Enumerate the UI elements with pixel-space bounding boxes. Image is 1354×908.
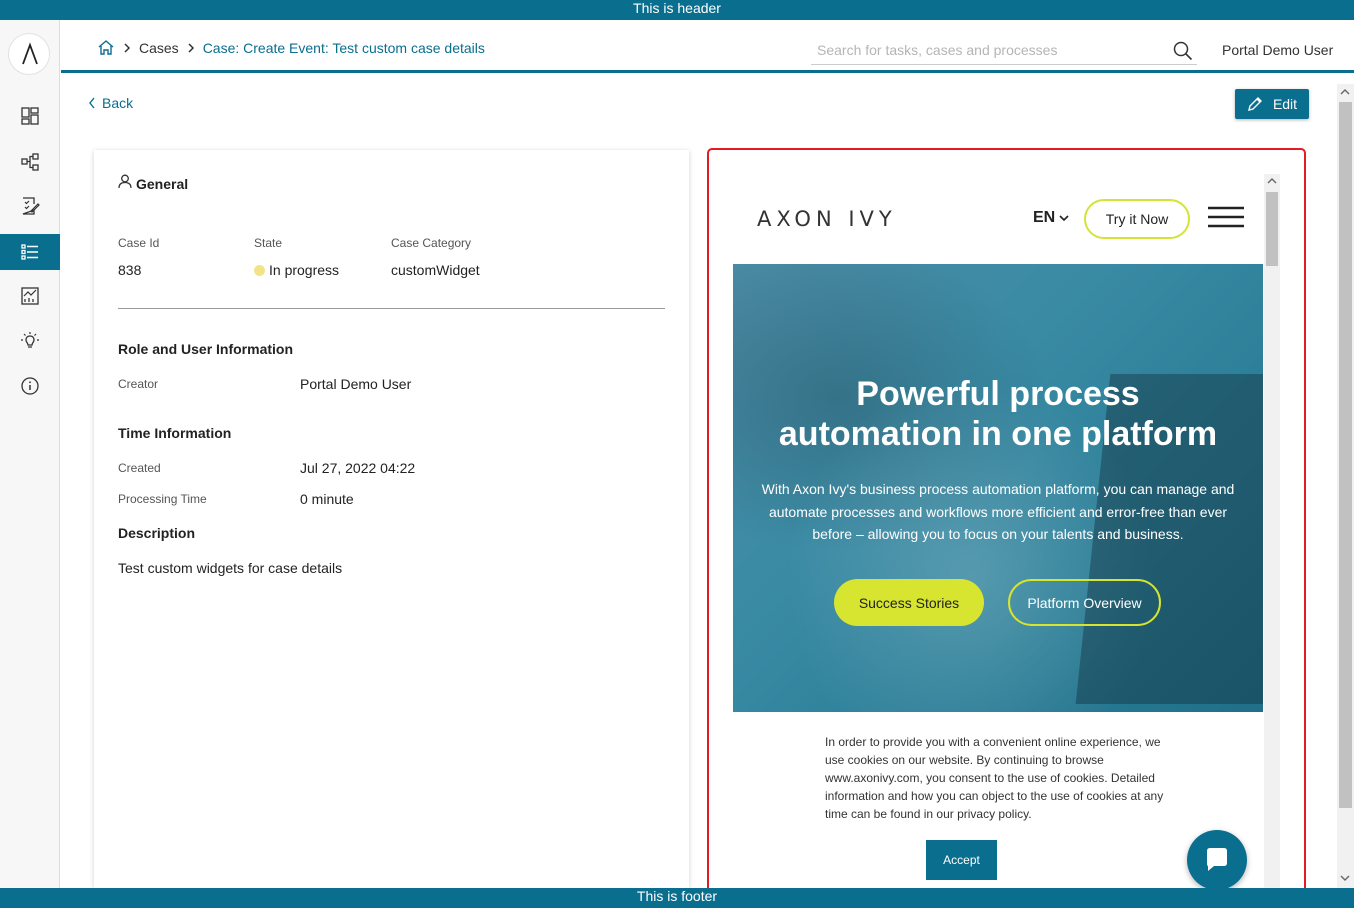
app-logo[interactable]	[8, 33, 50, 75]
user-menu[interactable]: Portal Demo User	[1222, 42, 1333, 58]
sidebar-item-processes[interactable]	[0, 144, 60, 180]
sidebar-item-tasks[interactable]	[0, 188, 60, 224]
description-title: Description	[118, 525, 196, 541]
back-link[interactable]: Back	[88, 95, 133, 111]
statistics-icon	[21, 287, 39, 305]
category-label: Case Category	[391, 236, 472, 250]
chat-button[interactable]	[1187, 830, 1247, 890]
cookie-notice: In order to provide you with a convenien…	[825, 735, 1164, 821]
chevron-down-icon	[1059, 215, 1069, 222]
state-text: In progress	[269, 262, 340, 278]
description-value: Test custom widgets for case details	[118, 560, 343, 576]
hero-banner: Powerful process automation in one platf…	[733, 264, 1263, 712]
state-label: State	[254, 236, 283, 250]
language-selector[interactable]: EN	[1033, 209, 1069, 227]
try-it-now-button[interactable]: Try it Now	[1084, 199, 1190, 239]
pencil-icon	[1247, 97, 1262, 111]
axon-ivy-logo-icon	[22, 42, 38, 65]
widget-scrollbar[interactable]	[1264, 174, 1280, 891]
scroll-up-icon[interactable]	[1267, 177, 1277, 185]
general-title: General	[136, 176, 189, 192]
top-bar: Cases Case: Create Event: Test custom ca…	[61, 20, 1354, 73]
accept-cookies-button[interactable]: Accept	[926, 840, 997, 880]
sidebar-item-cases[interactable]	[0, 234, 60, 270]
hero-title-line2: automation in one platform	[778, 415, 1218, 453]
search-icon[interactable]	[1173, 41, 1193, 66]
sidebar-item-dashboard[interactable]	[0, 98, 60, 134]
sidebar-item-ideas[interactable]	[0, 323, 60, 359]
dashboard-icon	[21, 107, 39, 125]
hero-title-line1: Powerful process	[856, 375, 1140, 413]
creator-label: Creator	[118, 377, 159, 391]
custom-widget-frame: AXON IVY EN Try it Now Powerful process …	[707, 148, 1306, 893]
info-icon	[21, 377, 39, 395]
widget-scrollbar-thumb[interactable]	[1266, 192, 1278, 266]
creator-value: Portal Demo User	[300, 376, 412, 392]
processes-icon	[21, 153, 39, 171]
chevron-right-icon	[187, 42, 195, 54]
home-icon[interactable]	[97, 39, 115, 56]
sidebar-item-info[interactable]	[0, 368, 60, 404]
footer-banner: This is footer	[0, 888, 1354, 908]
role-section-title: Role and User Information	[118, 341, 294, 357]
processing-time-label: Processing Time	[118, 492, 207, 506]
case-id-label: Case Id	[118, 236, 160, 250]
created-label: Created	[118, 461, 161, 475]
chevron-left-icon	[89, 97, 95, 109]
processing-time-value: 0 minute	[300, 491, 354, 507]
breadcrumb: Cases Case: Create Event: Test custom ca…	[97, 39, 485, 56]
general-card: General Case Id 838 State In progress Ca…	[94, 150, 689, 888]
tasks-icon	[22, 197, 40, 215]
sidebar-item-statistics[interactable]	[0, 278, 60, 314]
language-label: EN	[1033, 209, 1056, 226]
lightbulb-icon	[21, 332, 39, 348]
axonivy-site-logo[interactable]: AXON IVY	[757, 207, 897, 231]
breadcrumb-cases[interactable]: Cases	[139, 40, 179, 56]
divider	[118, 308, 665, 309]
scroll-down-icon[interactable]	[1340, 874, 1350, 882]
sidebar	[0, 20, 60, 888]
created-value: Jul 27, 2022 04:22	[300, 460, 416, 476]
time-section-title: Time Information	[118, 425, 232, 441]
hero-text: With Axon Ivy's business process automat…	[761, 481, 1235, 542]
case-id-value: 838	[118, 262, 142, 278]
search-input[interactable]	[811, 38, 1151, 62]
state-indicator-icon	[254, 265, 265, 276]
page-scrollbar[interactable]	[1337, 84, 1354, 888]
hero-title: Powerful process automation in one platf…	[733, 374, 1263, 454]
header-banner: This is header	[0, 0, 1354, 20]
chat-bubble-icon	[1207, 848, 1227, 871]
breadcrumb-current[interactable]: Case: Create Event: Test custom case det…	[203, 40, 485, 56]
success-stories-button[interactable]: Success Stories	[834, 579, 984, 626]
edit-label: Edit	[1272, 96, 1298, 112]
edit-button[interactable]: Edit	[1235, 89, 1309, 119]
cases-icon	[21, 244, 38, 260]
scroll-up-icon[interactable]	[1340, 88, 1350, 96]
back-label: Back	[102, 95, 134, 111]
state-value: In progress	[254, 262, 339, 278]
page-scrollbar-thumb[interactable]	[1339, 102, 1352, 808]
platform-overview-button[interactable]: Platform Overview	[1008, 579, 1161, 626]
category-value: customWidget	[391, 262, 480, 278]
user-icon	[118, 174, 132, 189]
search-box	[811, 38, 1197, 65]
hamburger-menu-icon[interactable]	[1208, 206, 1244, 228]
chevron-right-icon	[123, 42, 131, 54]
